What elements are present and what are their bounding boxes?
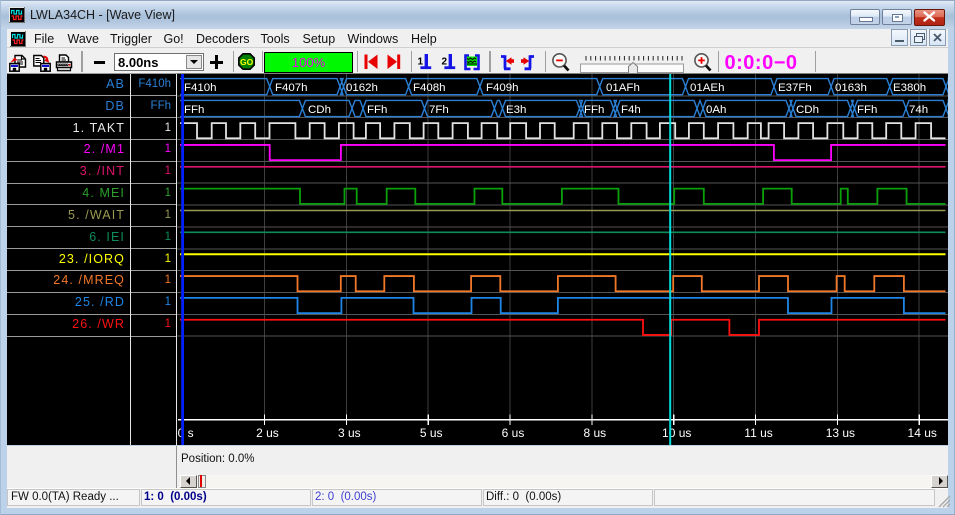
svg-text:1: 1 (418, 57, 424, 68)
svg-text:FFh: FFh (367, 104, 387, 116)
svg-text:E37Fh: E37Fh (778, 82, 812, 94)
svg-text:F409h: F409h (486, 82, 519, 94)
svg-text:0162h: 0162h (346, 82, 378, 94)
svg-text:0Ah: 0Ah (706, 104, 726, 116)
svg-text:FFh: FFh (857, 104, 877, 116)
svg-text:F408h: F408h (413, 82, 446, 94)
svg-text:14 us: 14 us (908, 426, 937, 440)
svg-text:8 us: 8 us (584, 426, 607, 440)
svg-text:FFh: FFh (584, 104, 604, 116)
svg-text:01AEh: 01AEh (690, 82, 724, 94)
svg-text:01AFh: 01AFh (606, 82, 640, 94)
svg-text:6 us: 6 us (502, 426, 525, 440)
svg-text:E380h: E380h (893, 82, 926, 94)
svg-text:10 us: 10 us (662, 426, 691, 440)
svg-text:7Fh: 7Fh (429, 104, 449, 116)
svg-text:FFh: FFh (184, 104, 204, 116)
svg-text:CDh: CDh (796, 104, 819, 116)
svg-text:74h: 74h (909, 104, 928, 116)
svg-text:3 us: 3 us (338, 426, 361, 440)
svg-text:CDh: CDh (308, 104, 331, 116)
svg-text:13 us: 13 us (826, 426, 855, 440)
svg-text:5 us: 5 us (420, 426, 443, 440)
svg-text:F407h: F407h (275, 82, 308, 94)
svg-text:0 s: 0 s (178, 426, 194, 440)
svg-text:2 us: 2 us (256, 426, 279, 440)
svg-text:E3h: E3h (506, 104, 526, 116)
svg-text:11 us: 11 us (744, 426, 772, 440)
svg-text:0163h: 0163h (835, 82, 867, 94)
svg-text:F410h: F410h (184, 82, 217, 94)
svg-text:GO: GO (240, 57, 254, 67)
svg-text:2: 2 (441, 57, 447, 68)
svg-text:F4h: F4h (621, 104, 641, 116)
